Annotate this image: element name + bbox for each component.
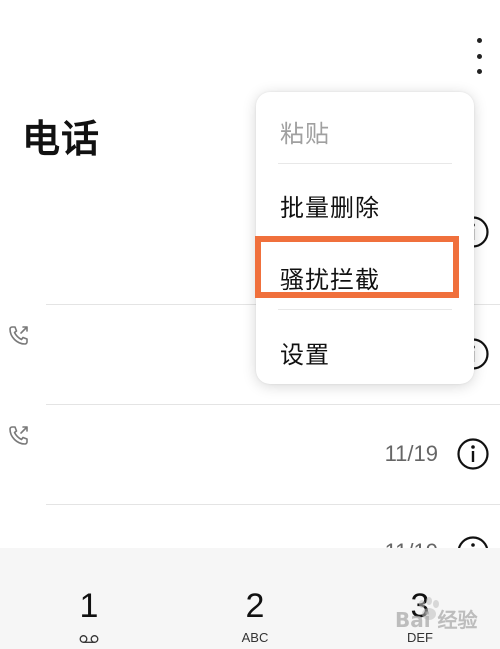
- watermark-text: Bai 经验: [395, 608, 478, 632]
- list-divider: [46, 504, 500, 505]
- menu-divider: [278, 163, 452, 164]
- voicemail-icon: [79, 635, 99, 643]
- dial-key-digit: 2: [245, 587, 265, 625]
- dial-key-letters: ABC: [241, 630, 269, 645]
- call-list-item[interactable]: 11/19: [0, 404, 500, 504]
- outgoing-call-icon: [9, 426, 28, 445]
- more-options-icon[interactable]: [468, 38, 490, 74]
- highlight-annotation: [255, 236, 459, 298]
- page-title: 电话: [22, 117, 101, 161]
- call-date: 11/19: [384, 441, 438, 466]
- menu-item-settings[interactable]: 设置: [280, 335, 330, 370]
- menu-item-paste: 粘贴: [280, 120, 330, 148]
- outgoing-call-icon: [9, 326, 28, 345]
- list-divider: [46, 404, 500, 405]
- menu-item-batch-delete[interactable]: 批量删除: [280, 188, 380, 223]
- dial-key-1[interactable]: 1: [29, 548, 149, 649]
- phone-app-screen: 电话 11/19 粘贴 批量删除 骚扰拦截 设置 1 2 ABC DEF Bai…: [0, 0, 500, 649]
- info-icon[interactable]: [456, 437, 490, 471]
- menu-divider: [278, 309, 452, 310]
- dial-key-2[interactable]: 2 ABC: [195, 548, 315, 649]
- dial-key-digit: 1: [79, 587, 99, 625]
